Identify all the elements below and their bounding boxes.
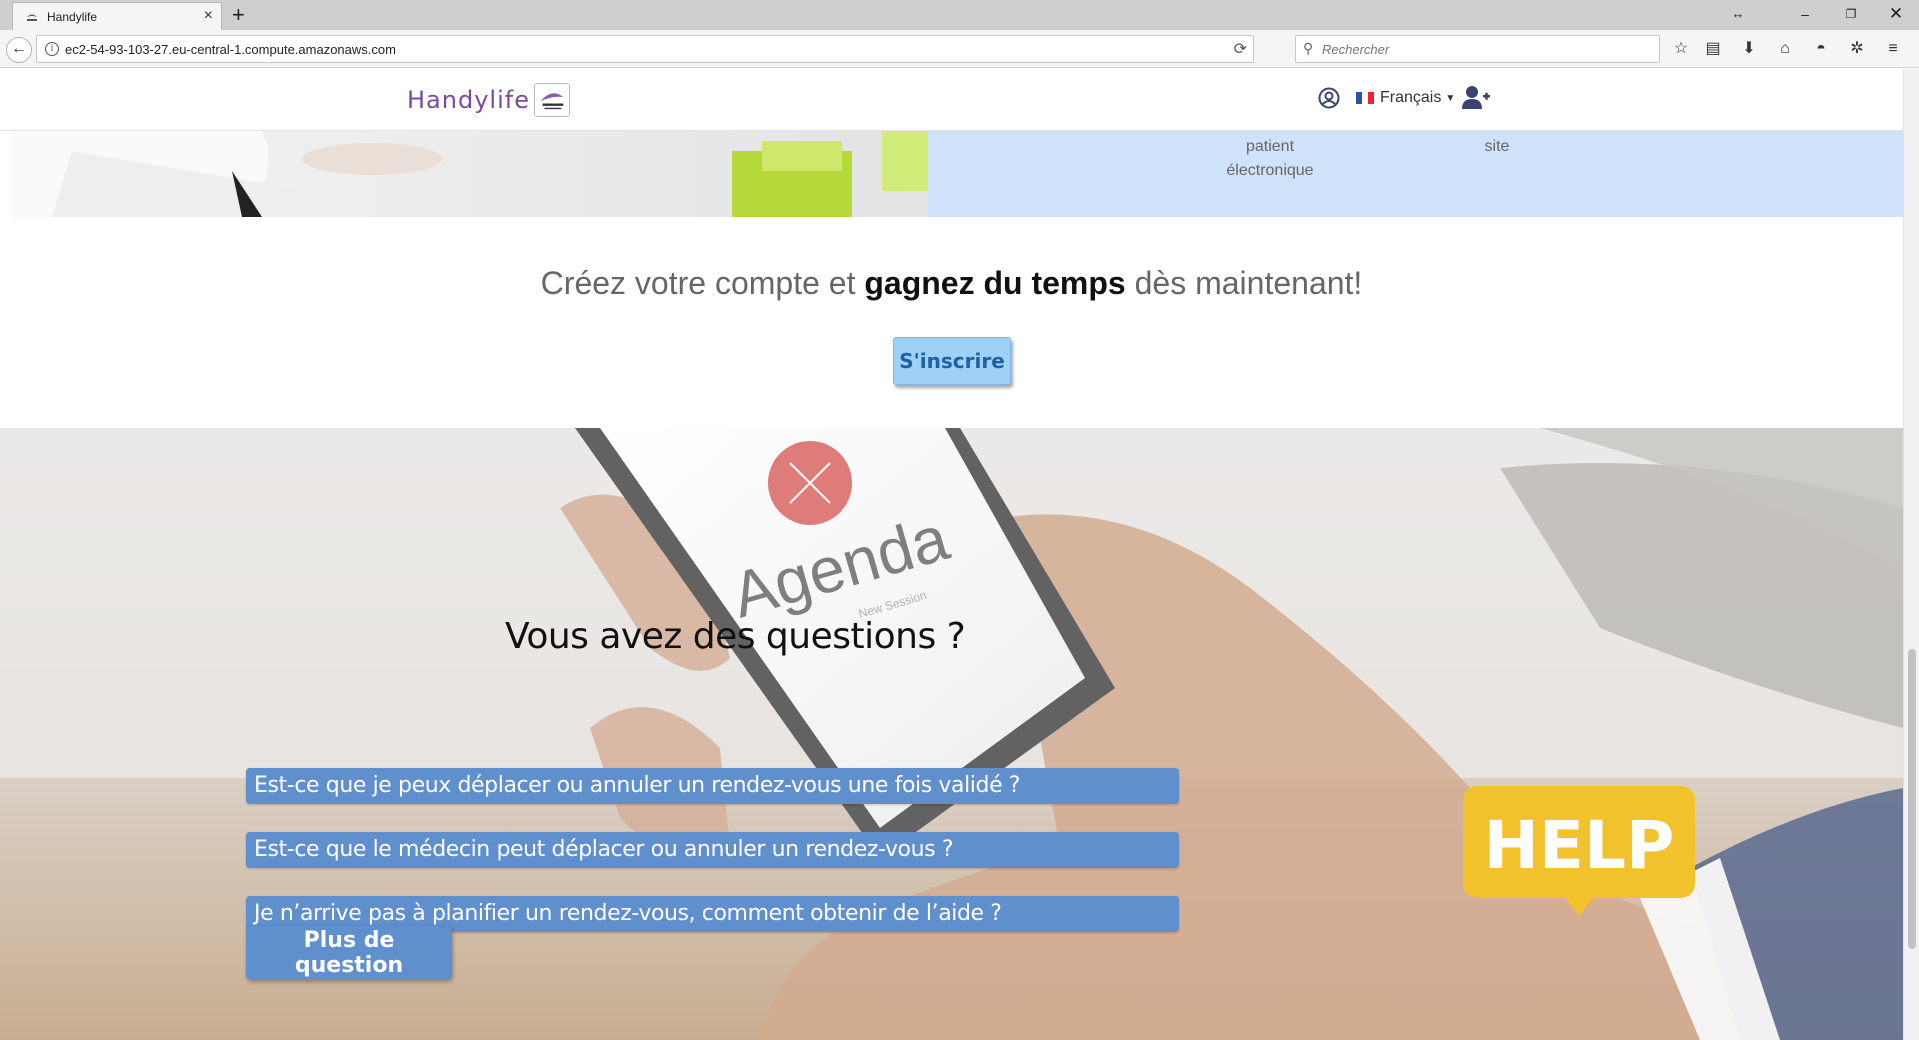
extension-icon[interactable]: ✲ <box>1846 39 1868 59</box>
faq-question-1[interactable]: Est-ce que je peux déplacer ou annuler u… <box>246 768 1179 804</box>
feature-item-1-line2: électronique <box>1226 162 1314 179</box>
caret-down-icon: ▼ <box>1445 92 1456 104</box>
faq-section: Agenda New Session Vous avez des questio… <box>0 428 1903 1040</box>
page-scrollbar[interactable] <box>1903 69 1919 1040</box>
tab-title: Handylife <box>47 10 98 24</box>
feature-item-1: patient électronique <box>1190 135 1350 183</box>
faq-title: Vous avez des questions ? <box>505 616 966 657</box>
logo-text: Handylife <box>407 86 530 114</box>
handylife-favicon-icon <box>27 14 37 21</box>
cta-title: Créez votre compte et gagnez du temps dè… <box>0 265 1903 302</box>
office-desk-photo <box>12 131 928 217</box>
close-tab-icon[interactable]: × <box>204 7 213 25</box>
info-icon[interactable]: i <box>45 42 59 56</box>
language-label: Français <box>1380 89 1442 106</box>
reload-icon[interactable]: ⟳ <box>1234 39 1247 59</box>
hamburger-menu-icon[interactable]: ≡ <box>1882 39 1904 59</box>
more-questions-button[interactable]: Plus de question <box>246 926 452 980</box>
pocket-icon[interactable]: ◓ <box>1810 39 1832 59</box>
features-band: patient électronique site <box>12 131 1903 217</box>
browser-tab[interactable]: Handylife × <box>12 2 222 30</box>
browser-tab-strip: Handylife × + ↔ – ❐ ✕ <box>0 0 1919 30</box>
search-bar[interactable]: ⚲ <box>1295 35 1660 63</box>
language-select[interactable]: Français ▼ <box>1356 89 1455 107</box>
feature-item-2: site <box>1484 138 1510 155</box>
cta-title-bold: gagnez du temps <box>864 265 1126 301</box>
page-viewport: Handylife Français ▼ patient électroniqu… <box>0 69 1903 1040</box>
add-user-icon[interactable] <box>1462 85 1490 111</box>
restore-icon[interactable]: ❐ <box>1841 4 1861 24</box>
cta-title-end: dès maintenant! <box>1125 265 1363 301</box>
search-icon: ⚲ <box>1303 40 1314 56</box>
browser-toolbar: ← i ec2-54-93-103-27.eu-central-1.comput… <box>0 30 1919 68</box>
site-header: Handylife Français ▼ <box>0 69 1903 131</box>
site-logo[interactable]: Handylife <box>407 83 570 117</box>
bookmark-star-icon[interactable]: ☆ <box>1670 39 1692 59</box>
url-text[interactable]: ec2-54-93-103-27.eu-central-1.compute.am… <box>65 42 396 57</box>
back-arrow-icon[interactable]: ← <box>6 37 32 63</box>
search-input[interactable] <box>1322 40 1642 58</box>
home-icon[interactable]: ⌂ <box>1774 39 1796 59</box>
feature-item-1-line1: patient <box>1245 138 1295 155</box>
help-text: HELP <box>1484 807 1675 884</box>
library-icon[interactable]: ▤ <box>1702 39 1724 59</box>
resize-arrows-icon: ↔ <box>1731 6 1745 21</box>
new-tab-icon[interactable]: + <box>232 2 245 28</box>
french-flag-icon <box>1356 92 1374 104</box>
logo-mark-icon <box>533 83 570 117</box>
user-account-icon[interactable] <box>1318 87 1340 109</box>
url-bar[interactable]: i ec2-54-93-103-27.eu-central-1.compute.… <box>36 35 1254 63</box>
minimize-icon[interactable]: – <box>1795 4 1815 24</box>
faq-question-2[interactable]: Est-ce que le médecin peut déplacer ou a… <box>246 832 1179 868</box>
scrollbar-thumb[interactable] <box>1908 649 1916 949</box>
cta-title-start: Créez votre compte et <box>540 265 865 301</box>
signup-button[interactable]: S'inscrire <box>893 337 1011 385</box>
close-window-icon[interactable]: ✕ <box>1886 4 1906 24</box>
help-speech-bubble-icon: HELP <box>1463 786 1695 916</box>
download-arrow-icon[interactable]: ⬇ <box>1738 39 1760 59</box>
